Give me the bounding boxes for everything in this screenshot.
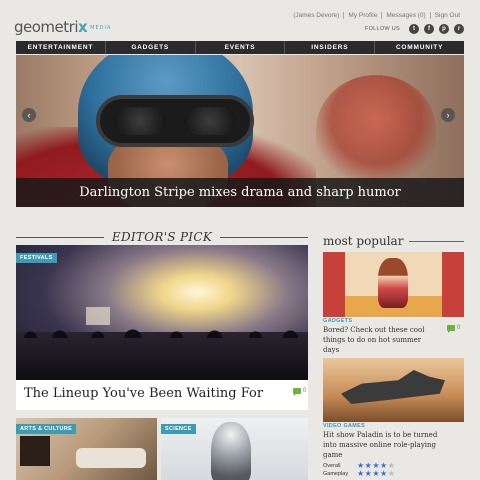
nav-events[interactable]: EVENTS (196, 41, 286, 54)
follow-label: FOLLOW US (364, 26, 400, 32)
follow-us: FOLLOW US t f p r (365, 24, 464, 34)
popular-item-category[interactable]: VIDEO GAMES (323, 423, 464, 429)
rss-icon[interactable]: r (454, 24, 464, 34)
twitter-icon[interactable]: t (409, 24, 419, 34)
user-links: (James Devore) My Profile Messages (0) S… (289, 12, 464, 19)
popular-item-1: GADGETS Bored? Check out these cool thin… (323, 318, 464, 355)
page: geometrix MEDIA (James Devore) My Profile… (0, 0, 480, 480)
game-ratings: Overall ★★★★★ Gameplay ★★★★★ (323, 462, 464, 478)
category-tag-science[interactable]: SCIENCE (161, 424, 196, 434)
feature-title-bar: The Lineup You've Been Waiting For (16, 380, 308, 410)
site-logo[interactable]: geometrix MEDIA (14, 18, 111, 36)
rating-gameplay: Gameplay ★★★★★ (323, 470, 464, 478)
main-nav: ENTERTAINMENT GADGETS EVENTS INSIDERS CO… (16, 41, 464, 54)
user-name-link[interactable]: (James Devore) (289, 12, 343, 19)
star-filled-icon: ★ (357, 469, 365, 478)
category-tag-festivals[interactable]: FESTIVALS (16, 253, 57, 263)
popular-item-2: VIDEO GAMES Hit show Paladin is to be tu… (323, 423, 464, 460)
popular-item-text[interactable]: Hit show Paladin is to be turned into ma… (323, 430, 438, 460)
editors-pick-heading: EDITOR'S PICK (16, 229, 309, 245)
popular-item-category[interactable]: GADGETS (323, 318, 464, 324)
feature-image[interactable] (16, 245, 308, 380)
star-empty-icon: ★ (387, 469, 396, 478)
hero-caption[interactable]: Darlington Stripe mixes drama and sharp … (16, 178, 464, 207)
most-popular-title: most popular (323, 234, 404, 248)
messages-link[interactable]: Messages (0) (381, 12, 429, 19)
feature-comments[interactable]: 0 (293, 388, 307, 396)
comment-icon (447, 325, 455, 333)
comment-count: 0 (457, 325, 461, 331)
category-tag-arts[interactable]: ARTS & CULTURE (16, 424, 77, 434)
popular-item-1-comments[interactable]: 0 (447, 325, 461, 333)
star-filled-icon: ★ (372, 469, 381, 478)
comment-icon (293, 388, 301, 396)
star-filled-icon: ★ (380, 469, 388, 478)
nav-community[interactable]: COMMUNITY (375, 41, 464, 54)
nav-gadgets[interactable]: GADGETS (106, 41, 196, 54)
editors-pick-title: EDITOR'S PICK (111, 230, 213, 244)
comment-count: 0 (303, 388, 307, 394)
logo-accent: x (77, 18, 88, 36)
popular-item-text[interactable]: Bored? Check out these cool things to do… (323, 325, 438, 355)
rating-label: Gameplay (323, 471, 349, 477)
feature-title[interactable]: The Lineup You've Been Waiting For (24, 386, 263, 401)
facebook-icon[interactable]: f (424, 24, 434, 34)
nav-insiders[interactable]: INSIDERS (285, 41, 376, 54)
sign-out-link[interactable]: Sign Out (429, 12, 464, 19)
rating-stars: ★★★★★ (357, 470, 395, 478)
most-popular-heading: most popular (323, 234, 464, 248)
nav-entertainment[interactable]: ENTERTAINMENT (16, 41, 106, 54)
logo-text: geometri (14, 18, 78, 36)
rating-label: Overall (323, 463, 341, 469)
logo-sub: MEDIA (90, 24, 112, 31)
slider-prev-icon[interactable]: ‹ (22, 108, 36, 122)
popular-item-2-image[interactable] (323, 358, 464, 422)
slider-next-icon[interactable]: › (441, 108, 455, 122)
my-profile-link[interactable]: My Profile (343, 12, 381, 19)
popular-item-1-image[interactable] (323, 252, 464, 317)
pinterest-icon[interactable]: p (439, 24, 449, 34)
